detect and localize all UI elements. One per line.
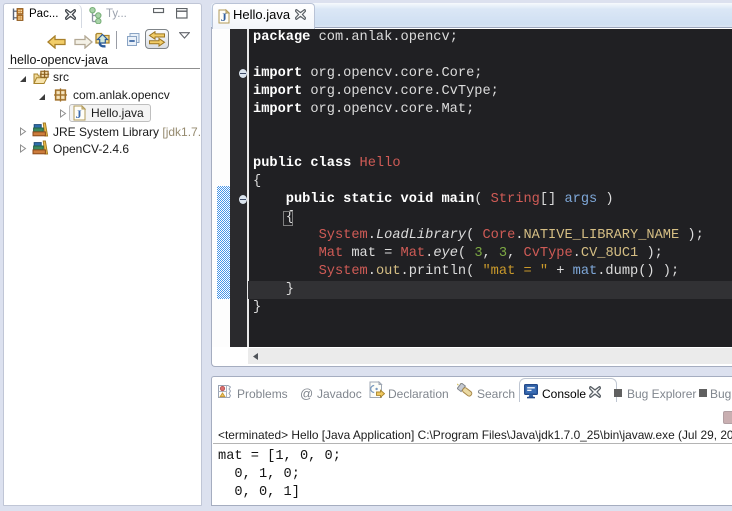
svg-text:J: J — [76, 107, 82, 121]
svg-text:J: J — [221, 10, 227, 24]
